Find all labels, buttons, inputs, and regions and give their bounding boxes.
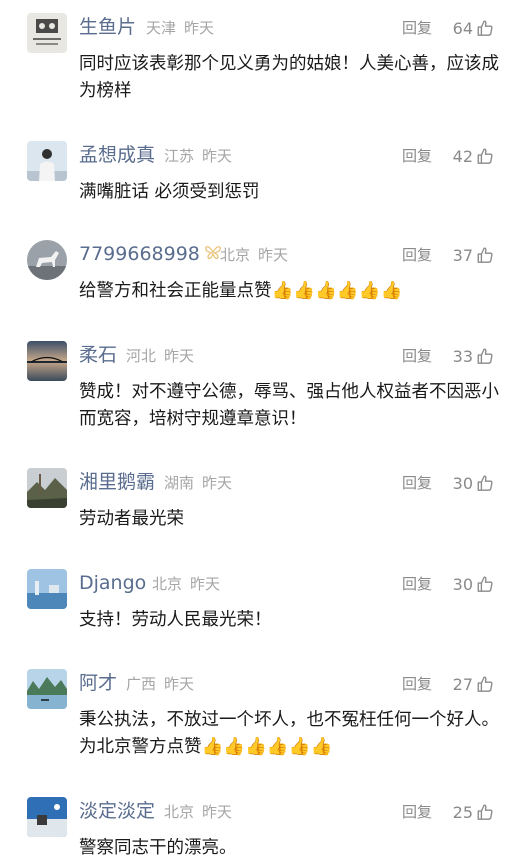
avatar[interactable] [27, 141, 67, 181]
reply-button[interactable]: 回复 [402, 18, 432, 38]
like-count: 30 [452, 574, 473, 594]
location: 北京 [152, 575, 183, 593]
username[interactable]: 生鱼片 [79, 15, 136, 39]
comment-text: 支持！劳动人民最光荣！ [79, 610, 272, 630]
reply-button[interactable]: 回复 [402, 674, 432, 694]
horse-photo-icon [27, 240, 67, 280]
avatar[interactable] [27, 468, 67, 508]
location: 江苏 [164, 147, 195, 165]
river-mountain-icon [27, 669, 67, 709]
timestamp: 昨天 [164, 347, 195, 365]
person-photo-icon [27, 141, 67, 181]
like-button[interactable]: 37 [444, 243, 494, 267]
comment-text: 给警方和社会正能量点赞👍👍👍👍👍👍 [79, 281, 403, 301]
avatar[interactable] [27, 13, 67, 53]
timestamp: 昨天 [190, 575, 221, 593]
meta-info: 天津 昨天 [146, 18, 214, 38]
username[interactable]: 孟想成真 [79, 143, 155, 167]
reply-button[interactable]: 回复 [402, 245, 432, 265]
timestamp: 昨天 [164, 675, 195, 693]
like-button[interactable]: 64 [444, 16, 494, 40]
reply-button[interactable]: 回复 [402, 574, 432, 594]
like-count: 27 [452, 674, 473, 694]
comment-text: 同时应该表彰那个见义勇为的姑娘！人美心善，应该成为榜样 [79, 54, 499, 101]
meta-info: 湖南 昨天 [164, 473, 232, 493]
sky-photo-icon [27, 797, 67, 837]
like-count: 33 [452, 346, 473, 366]
like-count: 30 [452, 473, 473, 493]
meta-info: 北京 昨天 [164, 802, 232, 822]
like-count: 42 [452, 146, 473, 166]
username[interactable]: 淡定淡定 [79, 799, 155, 823]
reply-button[interactable]: 回复 [402, 802, 432, 822]
like-button[interactable]: 42 [444, 144, 494, 168]
thumbs-up-icon [477, 676, 493, 692]
seal-stamp-icon [27, 13, 67, 53]
avatar[interactable] [27, 669, 67, 709]
like-button[interactable]: 30 [444, 471, 494, 495]
avatar[interactable] [27, 569, 67, 609]
location: 北京 [220, 246, 251, 264]
timestamp: 昨天 [184, 19, 215, 37]
location: 河北 [126, 347, 157, 365]
reply-button[interactable]: 回复 [402, 473, 432, 493]
like-count: 25 [452, 802, 473, 822]
location: 北京 [164, 803, 195, 821]
like-button[interactable]: 27 [444, 672, 494, 696]
sunset-lake-icon [27, 341, 67, 381]
thumbs-up-icon [477, 20, 493, 36]
comment-text: 劳动者最光荣 [79, 509, 184, 529]
sea-photo-icon [27, 569, 67, 609]
timestamp: 昨天 [202, 147, 233, 165]
meta-info: 河北 昨天 [126, 346, 194, 366]
avatar[interactable] [27, 341, 67, 381]
username[interactable]: Django [79, 571, 146, 595]
like-button[interactable]: 33 [444, 344, 494, 368]
meta-info: 北京 昨天 [152, 574, 220, 594]
timestamp: 昨天 [202, 803, 233, 821]
timestamp: 昨天 [202, 474, 233, 492]
timestamp: 昨天 [258, 246, 289, 264]
username-text: 7799668998 [79, 243, 200, 265]
username[interactable]: 7799668998 [79, 242, 222, 267]
location: 天津 [146, 19, 177, 37]
comment-text: 满嘴脏话 必须受到惩罚 [79, 182, 260, 202]
like-count: 64 [452, 18, 473, 38]
thumbs-up-icon [477, 804, 493, 820]
location: 湖南 [164, 474, 195, 492]
meta-info: 江苏 昨天 [164, 146, 232, 166]
thumbs-up-icon [477, 148, 493, 164]
avatar[interactable] [27, 797, 67, 837]
landscape-photo-icon [27, 468, 67, 508]
comment-list: 生鱼片 天津 昨天 回复 64 同时应该表彰那个见义勇为的姑娘！人美心善，应该成为… [0, 0, 514, 858]
location: 广西 [126, 675, 157, 693]
meta-info: 广西 昨天 [126, 674, 194, 694]
username[interactable]: 柔石 [79, 343, 117, 367]
comment-text: 警察同志干的漂亮。 [79, 838, 237, 858]
username[interactable]: 阿才 [79, 671, 117, 695]
username[interactable]: 湘里鹅霸 [79, 470, 155, 494]
meta-info: 北京 昨天 [220, 245, 288, 265]
comment-text: 秉公执法，不放过一个坏人，也不冤枉任何一个好人。为北京警方点赞👍👍👍👍👍👍 [79, 710, 499, 757]
like-button[interactable]: 30 [444, 572, 494, 596]
reply-button[interactable]: 回复 [402, 146, 432, 166]
comment-text: 赞成！对不遵守公德，辱骂、强占他人权益者不因恶小而宽容，培树守规遵章意识！ [79, 382, 499, 429]
thumbs-up-icon [477, 475, 493, 491]
avatar[interactable] [27, 240, 67, 280]
like-button[interactable]: 25 [444, 800, 494, 824]
reply-button[interactable]: 回复 [402, 346, 432, 366]
like-count: 37 [452, 245, 473, 265]
thumbs-up-icon [477, 247, 493, 263]
thumbs-up-icon [477, 348, 493, 364]
thumbs-up-icon [477, 576, 493, 592]
